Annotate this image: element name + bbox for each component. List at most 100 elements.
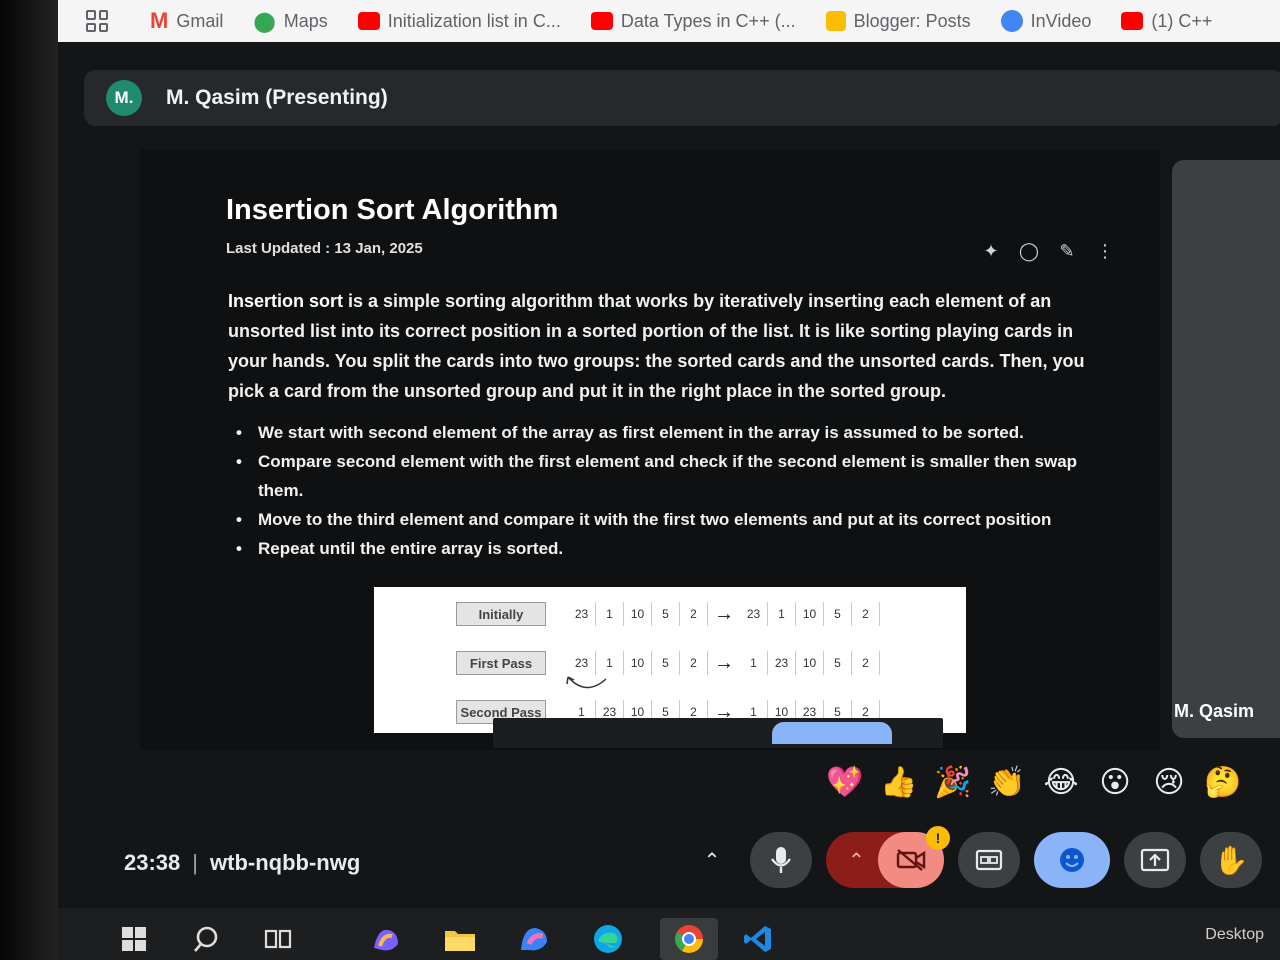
participant-tile[interactable]: M. Qasim [1172,160,1280,738]
audio-options-button[interactable]: ⌃ [688,832,736,888]
swap-curve-icon [566,676,607,689]
bookmark-label: Gmail [176,10,224,31]
bookmark-gmail[interactable]: M Gmail [150,8,223,34]
intro-term: Insertion sort [228,291,344,311]
thumbs-up-reaction-icon[interactable]: 👍 [880,764,918,802]
file-explorer-icon[interactable] [436,918,484,960]
youtube-icon [1121,12,1144,30]
array-cell: 23 [568,602,596,626]
bookmark-data-types[interactable]: Data Types in C++ (... [590,10,796,32]
bookmark-label: Initialization list in C... [387,10,561,31]
array-cell: 23 [740,602,768,626]
raise-hand-button[interactable]: ✋ [1200,832,1262,888]
present-screen-button[interactable] [1124,832,1186,888]
present-screen-icon [1140,848,1170,872]
bookmark-label: Blogger: Posts [853,10,971,31]
presenter-name: M. Qasim (Presenting) [166,86,388,109]
meeting-separator: | [192,850,198,875]
camera-control-group: ⌃ ! [826,826,950,888]
bookmarks-bar: M Gmail ⬤ Maps Initialization list in C.… [58,0,1280,42]
bookmark-blogger[interactable]: Blogger: Posts [825,10,971,32]
array-cell: 23 [768,651,796,675]
bookmark-maps[interactable]: ⬤ Maps [253,9,327,34]
gmail-icon: M [150,8,169,33]
diagram-row-initially: Initially 23 1 10 5 2 → 23 1 10 5 2 [456,601,880,627]
desktop-label[interactable]: Desktop [1205,926,1264,944]
more-vert-icon[interactable]: ⋮ [1094,240,1116,262]
chevron-up-icon[interactable]: ⌃ [848,848,865,873]
bookmark-label: Data Types in C++ (... [620,10,796,31]
array-cell: 5 [824,602,852,626]
youtube-icon [357,12,380,30]
emoji-face-icon [1060,848,1084,872]
search-icon[interactable] [182,918,230,960]
camera-toggle-button[interactable]: ! [878,826,950,888]
article-title: Insertion Sort Algorithm [226,194,559,226]
array-cell: 10 [624,651,652,675]
microphone-icon [771,847,791,873]
thinking-reaction-icon[interactable]: 🤔 [1204,764,1242,802]
array-cell: 1 [596,651,624,675]
array-before: 23 1 10 5 2 [568,602,708,626]
list-item: Repeat until the entire array is sorted. [236,534,1096,563]
apps-grid-icon[interactable] [86,10,108,32]
camera-off-icon [896,849,926,871]
array-cell: 23 [568,651,596,675]
monitor-bezel [0,0,58,960]
presenter-header: M. M. Qasim (Presenting) [84,70,1280,126]
list-item: We start with second element of the arra… [236,418,1096,447]
captions-button[interactable] [958,832,1020,888]
copilot-icon[interactable] [362,918,410,960]
sad-reaction-icon[interactable]: 😢 [1150,764,1188,802]
bookmark-label: (1) C++ [1151,10,1213,31]
array-cell: 2 [852,651,880,675]
task-view-icon[interactable] [254,918,302,960]
surprised-reaction-icon[interactable]: 😮 [1096,764,1134,802]
array-cell: 5 [824,651,852,675]
comment-icon[interactable]: ◯ [1018,240,1040,262]
bookmark-invideo[interactable]: InVideo [1000,10,1092,32]
participant-name: M. Qasim [1173,701,1255,721]
bookmark-label: InVideo [1030,10,1092,31]
youtube-icon [590,12,613,30]
laugh-reaction-icon[interactable]: 😂 [1042,764,1080,802]
edit-pencil-icon[interactable]: ✎ [1056,240,1078,262]
diagram-row-first-pass: First Pass 23 1 10 5 2 → 1 23 10 5 2 [456,650,880,676]
array-cell: 10 [796,651,824,675]
array-cell: 5 [652,651,680,675]
hand-icon: ✋ [1213,844,1249,876]
array-before: 23 1 10 5 2 [568,651,708,675]
clap-reaction-icon[interactable]: 👏 [988,764,1026,802]
array-cell: 1 [768,602,796,626]
list-item: Compare second element with the first el… [236,447,1096,505]
warning-badge: ! [926,826,950,850]
article-tools: ✦ ◯ ✎ ⋮ [980,240,1116,262]
party-reaction-icon[interactable]: 🎉 [934,764,972,802]
vscode-icon[interactable] [734,918,782,960]
sparkle-icon[interactable]: ✦ [980,240,1002,262]
meeting-time: 23:38 [124,850,181,875]
invideo-icon [1000,10,1023,32]
heart-reaction-icon[interactable]: 💖 [826,764,864,802]
bookmark-cpp[interactable]: (1) C++ [1121,11,1212,32]
array-cell: 2 [680,651,708,675]
bookmark-initialization-list[interactable]: Initialization list in C... [357,10,561,32]
insertion-sort-diagram: Initially 23 1 10 5 2 → 23 1 10 5 2 Firs… [374,587,966,733]
reactions-bar: 💖 👍 🎉 👏 😂 😮 😢 🤔 [826,760,1242,806]
maps-pin-icon: ⬤ [253,10,276,33]
windows-start-icon[interactable] [110,918,158,960]
chrome-browser-icon[interactable] [660,918,718,960]
array-after: 23 1 10 5 2 [740,602,880,626]
edge-browser-icon[interactable] [584,918,632,960]
shared-toolbar-pill[interactable] [772,722,892,744]
last-updated: Last Updated : 13 Jan, 2025 [226,240,423,257]
microphone-button[interactable] [750,832,812,888]
steps-list: We start with second element of the arra… [236,418,1096,563]
array-cell: 1 [596,602,624,626]
reactions-button[interactable] [1034,832,1110,888]
microsoft-365-icon[interactable] [510,918,558,960]
array-cell: 2 [680,602,708,626]
intro-paragraph: Insertion sort is a simple sorting algor… [228,286,1108,406]
meeting-info: 23:38 | wtb-nqbb-nwg [124,850,360,876]
array-cell: 10 [624,602,652,626]
